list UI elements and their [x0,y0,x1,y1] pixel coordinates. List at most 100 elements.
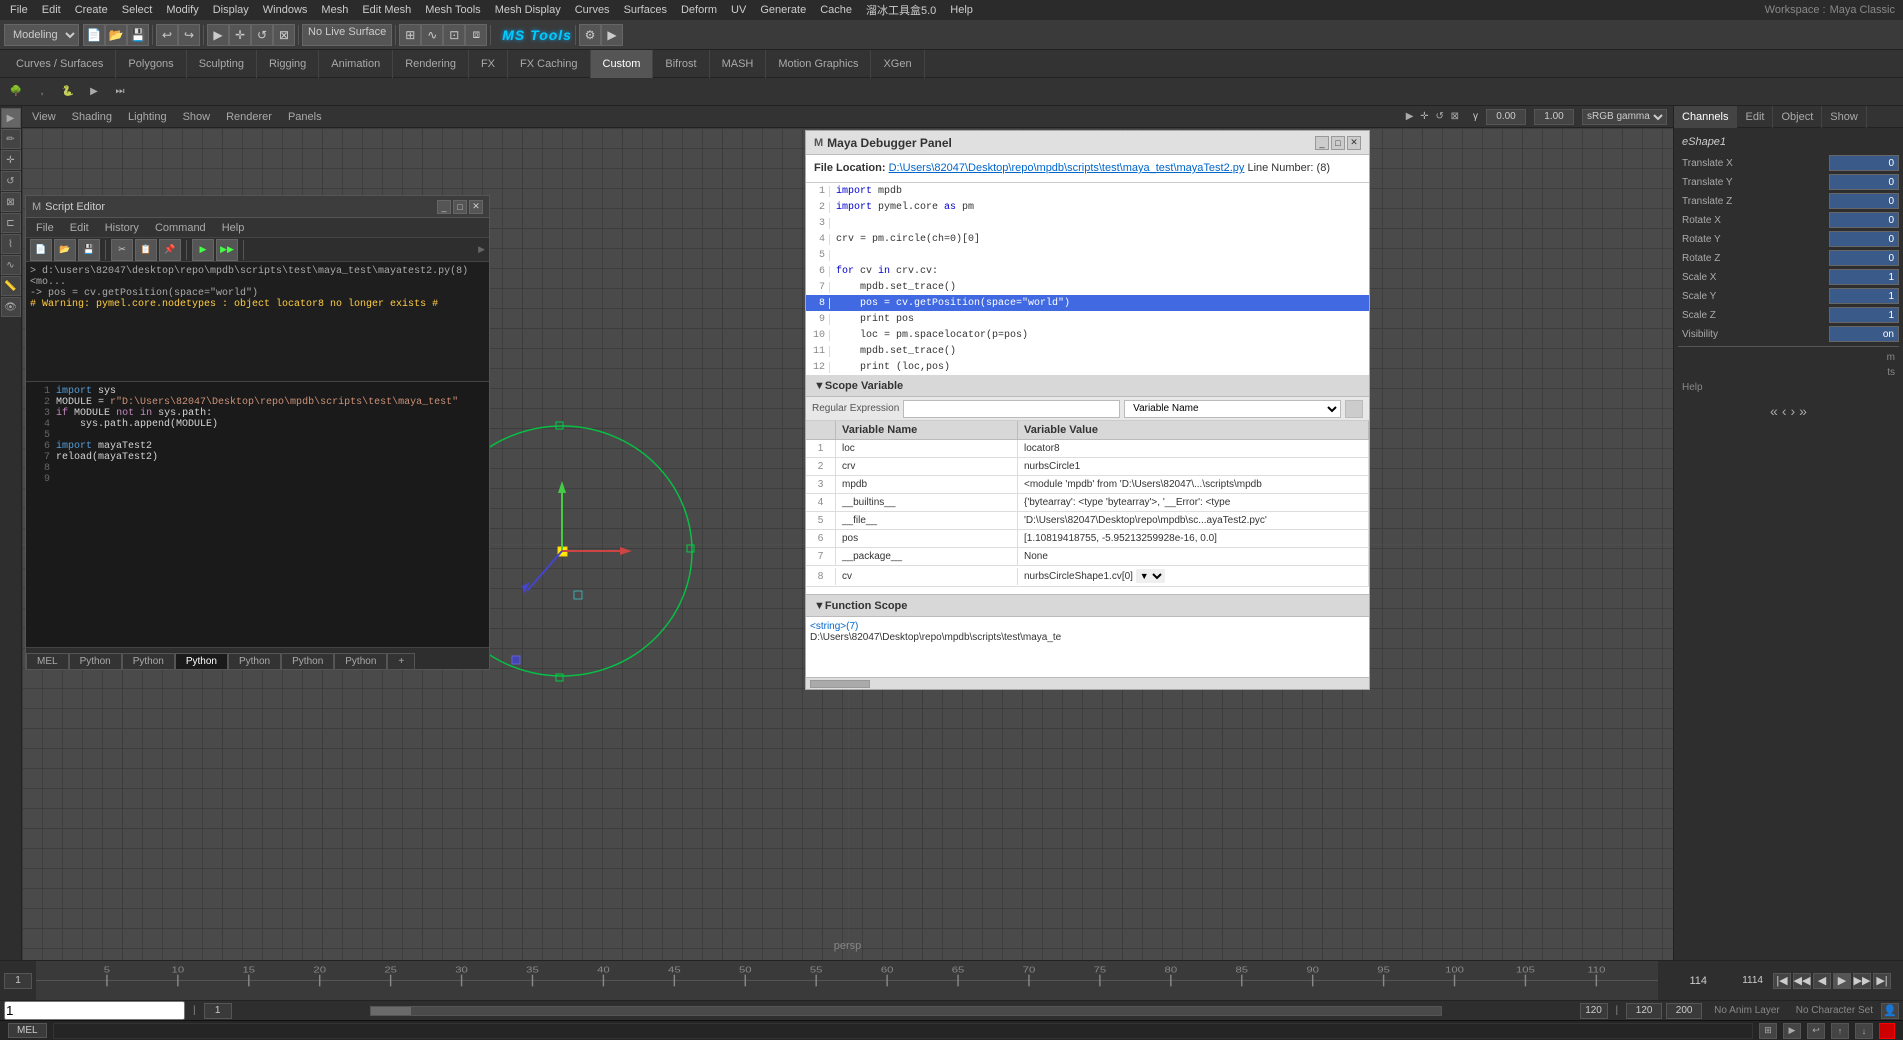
new-file-btn[interactable]: 📄 [83,24,105,46]
se-code-input[interactable]: 1 import sys 2 MODULE = r"D:\Users\82047… [26,382,489,647]
vp-icon-scale[interactable]: ⊠ [1451,111,1459,122]
ch-translate-x-value[interactable]: 0 [1829,155,1899,171]
tab-motion-graphics[interactable]: Motion Graphics [766,50,871,78]
menu-windows[interactable]: Windows [257,3,314,17]
colorspace-select[interactable]: sRGB gamma [1582,109,1667,125]
current-frame-input[interactable] [4,1001,185,1020]
vp-renderer[interactable]: Renderer [222,110,276,124]
dp-var-row-3[interactable]: 3 mpdb <module 'mpdb' from 'D:\Users\820… [806,476,1369,494]
dp-var-row-6[interactable]: 6 pos [1.10819418755, -5.95213259928e-16… [806,530,1369,548]
dp-var-row-5[interactable]: 5 __file__ 'D:\Users\82047\Desktop\repo\… [806,512,1369,530]
dp-file-link[interactable]: D:\Users\82047\Desktop\repo\mpdb\scripts… [889,162,1245,174]
menu-surfaces[interactable]: Surfaces [618,3,673,17]
menu-select[interactable]: Select [116,3,159,17]
vp-show[interactable]: Show [179,110,215,124]
menu-mesh[interactable]: Mesh [315,3,354,17]
menu-cache[interactable]: Cache [814,3,858,17]
tab-sculpting[interactable]: Sculpting [187,50,257,78]
ch-rotate-y-value[interactable]: 0 [1829,231,1899,247]
icon-last[interactable]: ⏭ [108,80,132,104]
se-run[interactable]: ▶ [192,239,214,261]
se-paste[interactable]: 📌 [159,239,181,261]
dp-cv-dropdown[interactable]: ▼ [1136,569,1165,583]
ch-visibility-value[interactable]: on [1829,326,1899,342]
range-end-input[interactable] [1580,1003,1608,1019]
se-menu-command[interactable]: Command [149,221,212,235]
menu-edit[interactable]: Edit [36,3,67,17]
menu-tools[interactable]: 溜冰工具盒5.0 [860,1,942,19]
ch-arrow-right2[interactable]: » [1799,403,1807,419]
icon-comma[interactable]: , [30,80,54,104]
se-tab-add[interactable]: + [387,653,415,669]
dp-var-row-2[interactable]: 2 crv nurbsCircle1 [806,458,1369,476]
range-start-input[interactable] [204,1003,232,1019]
snap-grid[interactable]: ⊞ [399,24,421,46]
exposure-input[interactable] [1534,109,1574,125]
vb-icon4[interactable]: ↑ [1831,1023,1849,1039]
tab-polygons[interactable]: Polygons [116,50,186,78]
sculpt-tool-lt[interactable]: ⌇ [1,234,21,254]
se-close-btn[interactable]: ✕ [469,200,483,214]
ch-arrow-left2[interactable]: « [1770,403,1778,419]
ch-rotate-z-value[interactable]: 0 [1829,250,1899,266]
tab-object-ch[interactable]: Object [1773,106,1822,128]
live-surface-btn[interactable]: No Live Surface [302,24,392,46]
command-input[interactable] [53,1023,1753,1039]
render-btn[interactable]: ▶ [601,24,623,46]
se-cut[interactable]: ✂ [111,239,133,261]
ch-help[interactable]: Help [1678,380,1899,395]
curve-tool-lt[interactable]: ∿ [1,255,21,275]
open-btn[interactable]: 📂 [105,24,127,46]
ch-translate-z-value[interactable]: 0 [1829,193,1899,209]
tab-xgen[interactable]: XGen [871,50,924,78]
se-menu-help[interactable]: Help [216,221,251,235]
timeline-ruler[interactable]: 5 10 15 20 25 30 35 40 45 50 55 60 65 [36,961,1738,1000]
menu-mesh-tools[interactable]: Mesh Tools [419,3,486,17]
dp-var-row-8[interactable]: 8 cv nurbsCircleShape1.cv[0] ▼ [806,566,1369,587]
dp-horizontal-scrollbar[interactable] [806,677,1369,689]
vb-icon2[interactable]: ▶ [1783,1023,1801,1039]
gamma-input[interactable] [1486,109,1526,125]
tab-rendering[interactable]: Rendering [393,50,469,78]
rotate-tool-lt[interactable]: ↺ [1,171,21,191]
char-set-icon[interactable]: 👤 [1881,1003,1899,1019]
menu-mesh-display[interactable]: Mesh Display [489,3,567,17]
ch-scale-y-value[interactable]: 1 [1829,288,1899,304]
paint-tool-lt[interactable]: ✏ [1,129,21,149]
render-settings[interactable]: ⚙ [579,24,601,46]
ch-arrow-right[interactable]: › [1791,403,1796,419]
tab-show-ch[interactable]: Show [1822,106,1867,128]
se-minimize-btn[interactable]: _ [437,200,451,214]
tab-mash[interactable]: MASH [710,50,767,78]
se-tab-python3[interactable]: Python [175,653,228,669]
vp-panels[interactable]: Panels [284,110,326,124]
snap-point[interactable]: ⊡ [443,24,465,46]
se-menu-file[interactable]: File [30,221,60,235]
goto-start-btn[interactable]: |◀ [1773,973,1791,989]
ch-arrow-left[interactable]: ‹ [1782,403,1787,419]
snap-surface[interactable]: ⧈ [465,24,487,46]
dp-var-name-select[interactable]: Variable Name [1124,400,1341,418]
move-tool[interactable]: ✛ [229,24,251,46]
menu-generate[interactable]: Generate [754,3,812,17]
tab-rigging[interactable]: Rigging [257,50,319,78]
vb-icon5[interactable]: ↓ [1855,1023,1873,1039]
ch-scale-z-value[interactable]: 1 [1829,307,1899,323]
play-back-btn[interactable]: ◀ [1813,973,1831,989]
tab-edit-ch[interactable]: Edit [1737,106,1773,128]
menu-display[interactable]: Display [207,3,255,17]
mode-select[interactable]: Modeling [4,24,79,46]
select-tool[interactable]: ▶ [207,24,229,46]
play-fwd-btn[interactable]: ▶ [1833,973,1851,989]
vp-icon-move[interactable]: ✛ [1420,111,1428,122]
se-save[interactable]: 💾 [78,239,100,261]
save-btn[interactable]: 💾 [127,24,149,46]
undo-btn[interactable]: ↩ [156,24,178,46]
select-tool-lt[interactable]: ▶ [1,108,21,128]
rotate-tool[interactable]: ↺ [251,24,273,46]
se-tab-python2[interactable]: Python [122,653,175,669]
icon-tree[interactable]: 🌳 [4,80,28,104]
dp-var-row-7[interactable]: 7 __package__ None [806,548,1369,566]
se-copy[interactable]: 📋 [135,239,157,261]
dp-var-row-1[interactable]: 1 loc locator8 [806,440,1369,458]
